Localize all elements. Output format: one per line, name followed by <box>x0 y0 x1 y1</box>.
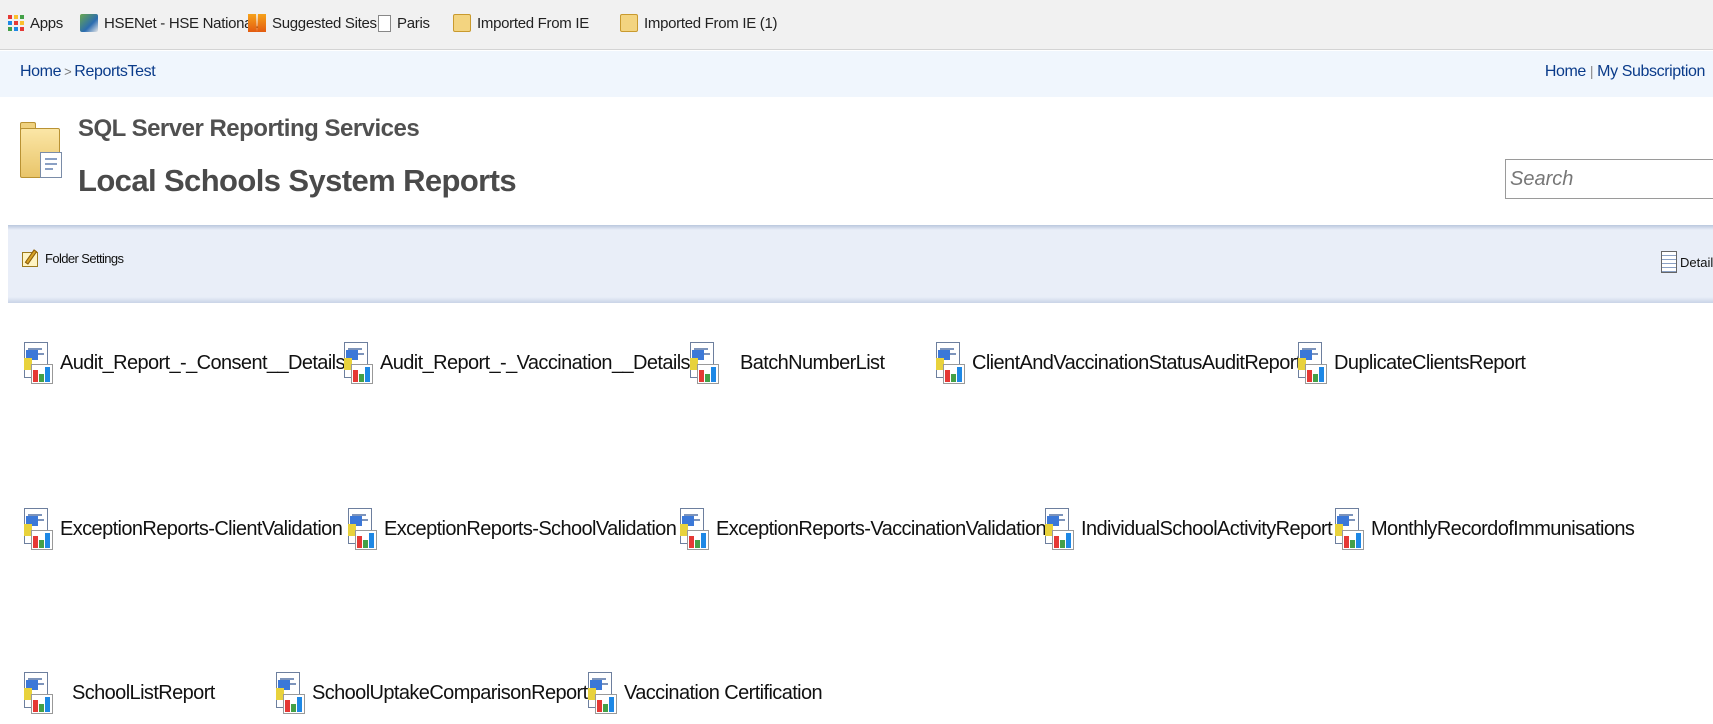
report-name: MonthlyRecordofImmunisations <box>1371 517 1635 540</box>
report-icon <box>936 342 966 384</box>
bookmark-imported-from-ie[interactable]: Imported From IE <box>453 10 589 36</box>
report-name: Audit_Report_-_Vaccination__Details <box>380 351 691 374</box>
report-name: SchoolUptakeComparisonReport <box>312 681 588 704</box>
report-icon <box>348 508 378 550</box>
bookmark-suggested-sites[interactable]: Suggested Sites <box>248 10 377 36</box>
report-name: ExceptionReports-SchoolValidation <box>384 517 677 540</box>
report-item[interactable]: MonthlyRecordofImmunisations <box>1335 508 1635 550</box>
report-name: Vaccination Certification <box>624 681 823 704</box>
toolbar: Folder Settings Details <box>8 225 1713 303</box>
bookmark-label: Apps <box>30 14 63 32</box>
bookmark-imported-from-ie-1[interactable]: Imported From IE (1) <box>620 10 778 36</box>
report-item[interactable]: Audit_Report_-_Vaccination__Details <box>344 342 691 384</box>
report-item[interactable]: ExceptionReports-VaccinationValidation <box>680 508 1047 550</box>
report-icon <box>276 672 306 714</box>
report-name: DuplicateClientsReport <box>1334 351 1526 374</box>
folder-settings-label: Folder Settings <box>45 250 124 266</box>
report-name: IndividualSchoolActivityReport <box>1081 517 1333 540</box>
bookmark-label: Suggested Sites <box>272 14 377 32</box>
suggested-sites-icon <box>248 14 266 32</box>
report-item[interactable]: ExceptionReports-ClientValidation <box>24 508 343 550</box>
breadcrumb-current-link[interactable]: ReportsTest <box>74 63 155 80</box>
top-links-divider: | <box>1589 63 1594 79</box>
bookmarks-bar: Apps HSENet - HSE National... Suggested … <box>0 0 1713 50</box>
my-subscriptions-link[interactable]: My Subscription <box>1597 63 1705 80</box>
report-icon <box>588 672 618 714</box>
top-links: Home | My Subscription <box>1545 63 1706 81</box>
report-item[interactable]: Audit_Report_-_Consent__Details <box>24 342 346 384</box>
details-view-icon <box>1661 251 1677 273</box>
folder-settings-button[interactable]: Folder Settings <box>22 249 124 267</box>
report-item[interactable]: Vaccination Certification <box>588 672 823 714</box>
breadcrumb-bar: Home > ReportsTest Home | My Subscription <box>0 51 1713 97</box>
folder-settings-icon <box>22 249 42 267</box>
report-name: SchoolListReport <box>72 681 215 704</box>
report-folder-icon <box>20 122 66 180</box>
report-icon <box>24 508 54 550</box>
page-title: Local Schools System Reports <box>78 163 517 198</box>
folder-icon <box>453 14 471 32</box>
folder-icon <box>620 14 638 32</box>
report-icon <box>1045 508 1075 550</box>
bookmark-paris[interactable]: Paris <box>378 10 430 36</box>
page-header: SQL Server Reporting Services Local Scho… <box>0 97 1713 225</box>
breadcrumb-home-link[interactable]: Home <box>20 63 61 80</box>
report-icon <box>1298 342 1328 384</box>
breadcrumb-separator: > <box>64 64 72 79</box>
report-icon <box>680 508 710 550</box>
bookmark-apps[interactable]: Apps <box>8 10 63 36</box>
bookmark-label: Paris <box>397 14 430 32</box>
details-view-label: Details <box>1680 254 1713 270</box>
product-subtitle: SQL Server Reporting Services <box>78 115 420 142</box>
search-input[interactable] <box>1505 159 1713 199</box>
report-icon <box>1335 508 1365 550</box>
details-view-button[interactable]: Details <box>1661 251 1713 273</box>
report-name: ClientAndVaccinationStatusAuditReport <box>972 351 1301 374</box>
bookmark-label: HSENet - HSE National... <box>104 14 267 32</box>
page-icon <box>378 14 391 32</box>
breadcrumb: Home > ReportsTest <box>20 63 156 81</box>
home-link[interactable]: Home <box>1545 63 1586 80</box>
report-icon <box>24 342 54 384</box>
report-name: BatchNumberList <box>740 351 885 374</box>
report-icon <box>344 342 374 384</box>
bookmark-hsenet[interactable]: HSENet - HSE National... <box>80 10 267 36</box>
hsenet-favicon-icon <box>80 14 98 32</box>
report-item[interactable]: SchoolUptakeComparisonReport <box>276 672 588 714</box>
report-item[interactable]: SchoolListReport <box>24 672 215 714</box>
report-item[interactable]: IndividualSchoolActivityReport <box>1045 508 1333 550</box>
report-item[interactable]: BatchNumberList <box>690 342 885 384</box>
report-item[interactable]: ClientAndVaccinationStatusAuditReport <box>936 342 1301 384</box>
apps-grid-icon <box>8 15 24 31</box>
report-item[interactable]: ExceptionReports-SchoolValidation <box>348 508 677 550</box>
report-name: Audit_Report_-_Consent__Details <box>60 351 346 374</box>
report-icon <box>690 342 720 384</box>
bookmark-label: Imported From IE (1) <box>644 14 778 32</box>
report-name: ExceptionReports-VaccinationValidation <box>716 517 1047 540</box>
bookmark-label: Imported From IE <box>477 14 589 32</box>
report-item[interactable]: DuplicateClientsReport <box>1298 342 1526 384</box>
report-icon <box>24 672 54 714</box>
report-name: ExceptionReports-ClientValidation <box>60 517 343 540</box>
